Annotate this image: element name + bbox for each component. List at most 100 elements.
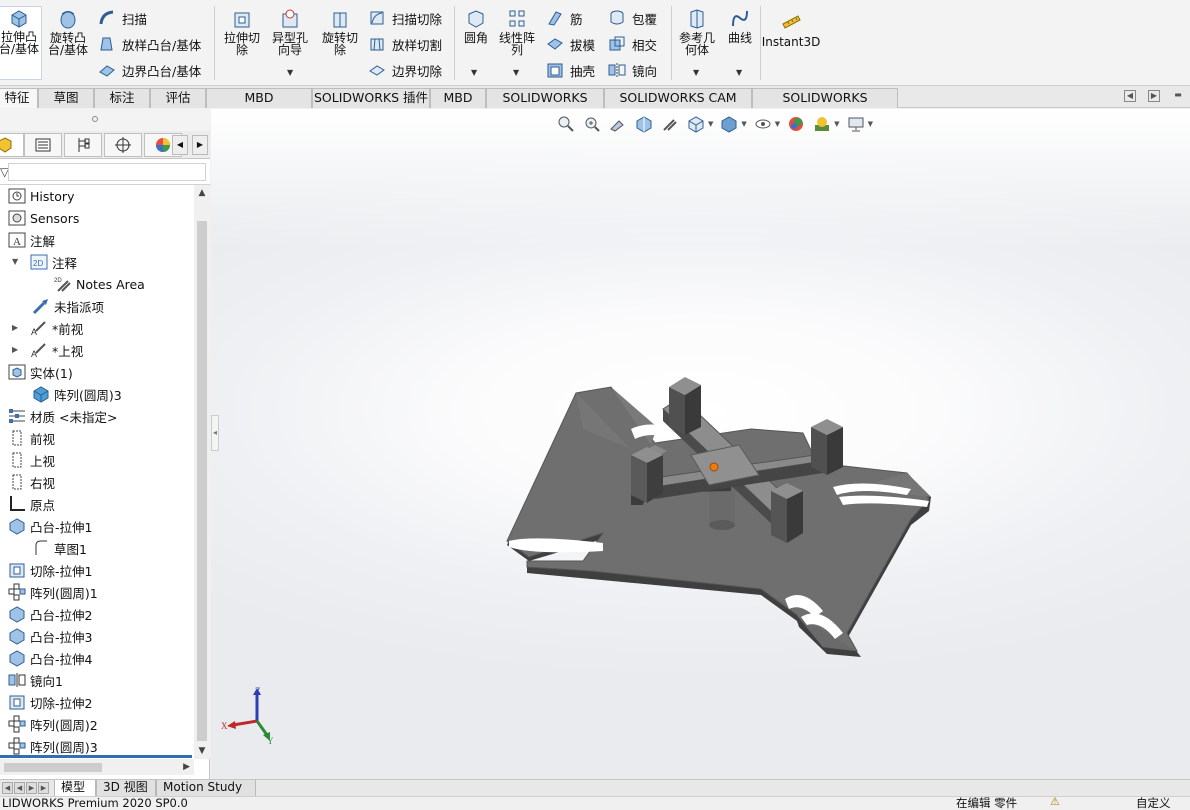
- tab-mbd-dimensions[interactable]: MBD Dimensions: [206, 88, 312, 123]
- filter-input[interactable]: [8, 163, 206, 181]
- sweep-cut-button[interactable]: 扫描切除: [368, 8, 442, 28]
- curves-button[interactable]: 曲线: [722, 8, 758, 44]
- tree-item-top-plane[interactable]: 上视: [8, 449, 55, 471]
- tree-item-circular-pattern3[interactable]: 阵列(圆周)3: [8, 735, 98, 757]
- hole-wizard-button[interactable]: 异型孔 向导: [268, 8, 312, 56]
- tree-item-annotations-notes[interactable]: ▼ 2D 注释: [12, 251, 77, 273]
- loft-cut-button[interactable]: 放样切割: [368, 34, 442, 54]
- tab-3d-views[interactable]: 3D 视图: [96, 780, 156, 797]
- tab-feature-manager[interactable]: [0, 133, 24, 157]
- rollback-bar[interactable]: [0, 755, 192, 758]
- tree-item-material[interactable]: 材质 <未指定>: [8, 405, 117, 427]
- reference-geometry-button[interactable]: 参考几 何体: [676, 8, 718, 56]
- expand-icon[interactable]: ▶: [12, 345, 18, 354]
- tree-vertical-scrollbar[interactable]: ▲ ▼: [194, 185, 210, 759]
- tree-item-right-plane[interactable]: 右视: [8, 471, 55, 493]
- tab-sketch[interactable]: 草图: [38, 88, 94, 108]
- tree-item-pattern-body[interactable]: 阵列(圆周)3: [32, 383, 122, 405]
- tab-scroll-right-icon[interactable]: ▶: [1148, 90, 1160, 102]
- tree-item-unassigned[interactable]: 未指派项: [32, 295, 104, 317]
- tree-item-boss-extrude1[interactable]: 凸台-拉伸1: [8, 515, 92, 537]
- tree-horizontal-scrollbar[interactable]: ▶: [0, 755, 194, 775]
- scroll-right-icon[interactable]: ▶: [183, 759, 190, 775]
- fillet-caret-icon[interactable]: ▼: [471, 68, 477, 77]
- first-tab-icon[interactable]: ◀: [2, 782, 13, 794]
- origin-marker[interactable]: [709, 462, 719, 472]
- tree-item-boss-extrude2[interactable]: 凸台-拉伸2: [8, 603, 92, 625]
- tree-item-notes-area[interactable]: 2D Notes Area: [54, 273, 145, 295]
- tree-item-mirror1[interactable]: 镜向1: [8, 669, 63, 691]
- tab-features[interactable]: 特征: [0, 88, 38, 108]
- tree-item-history[interactable]: History: [8, 185, 74, 207]
- tree-item-sketch1[interactable]: 草图1: [32, 537, 87, 559]
- tree-item-boss-extrude4[interactable]: 凸台-拉伸4: [8, 647, 92, 669]
- draft-button[interactable]: 拔模: [546, 34, 595, 54]
- extrude-boss-button[interactable]: 拉伸凸 台/基体: [0, 6, 42, 80]
- tree-item-cut-extrude1[interactable]: 切除-拉伸1: [8, 559, 92, 581]
- tree-item-circular-pattern1[interactable]: 阵列(圆周)1: [8, 581, 98, 603]
- tab-mbd[interactable]: MBD: [430, 88, 486, 108]
- tree-item-cut-extrude2[interactable]: 切除-拉伸2: [8, 691, 92, 713]
- scroll-thumb[interactable]: [197, 221, 207, 741]
- shell-button[interactable]: 抽壳: [546, 60, 595, 80]
- tab-markup[interactable]: 标注: [94, 88, 150, 108]
- tree-item-solid-bodies[interactable]: 实体(1): [8, 361, 73, 383]
- tab-motion-study-1[interactable]: Motion Study 1: [156, 780, 256, 809]
- tab-scroll-left-icon[interactable]: ◀: [1124, 90, 1136, 102]
- tab-solidworks-addins[interactable]: SOLIDWORKS 插件: [312, 88, 430, 108]
- tree-item-boss-extrude3[interactable]: 凸台-拉伸3: [8, 625, 92, 647]
- tab-solidworks-inspection[interactable]: SOLIDWORKS Inspection: [752, 88, 898, 123]
- scroll-thumb[interactable]: [4, 763, 102, 772]
- revolve-boss-button[interactable]: 旋转凸 台/基体: [46, 8, 90, 56]
- panel-tab-scroll-right-icon[interactable]: ▶: [192, 135, 208, 155]
- collapse-icon[interactable]: ▼: [12, 257, 18, 266]
- boundary-cut-button[interactable]: 边界切除: [368, 60, 442, 80]
- rebuild-icon[interactable]: ⚠: [1050, 795, 1060, 808]
- status-custom[interactable]: 自定义: [1136, 797, 1171, 810]
- tab-evaluate[interactable]: 评估: [150, 88, 206, 108]
- tree-item-circular-pattern2[interactable]: 阵列(圆周)2: [8, 713, 98, 735]
- tree-label: 未指派项: [54, 299, 105, 315]
- scroll-up-icon[interactable]: ▲: [194, 185, 210, 201]
- loft-boss-button[interactable]: 放样凸台/基体: [98, 34, 201, 54]
- wrap-button[interactable]: 包覆: [608, 8, 657, 28]
- hole-wizard-caret-icon[interactable]: ▼: [287, 68, 293, 77]
- next-tab-icon[interactable]: ▶: [26, 782, 37, 794]
- mirror-button[interactable]: 镜向: [608, 60, 657, 80]
- linear-pattern-caret-icon[interactable]: ▼: [513, 68, 519, 77]
- reference-geometry-caret-icon[interactable]: ▼: [693, 68, 699, 77]
- tab-solidworks-cam[interactable]: SOLIDWORKS CAM: [486, 88, 604, 123]
- tree-item-annotations[interactable]: A 注解: [8, 229, 55, 251]
- prev-tab-icon[interactable]: ◀: [14, 782, 25, 794]
- boss-extrude-icon: [8, 517, 26, 535]
- tab-dimxpert-manager[interactable]: [104, 133, 142, 157]
- intersect-button[interactable]: 相交: [608, 34, 657, 54]
- graphics-area[interactable]: ▼ ▼ ▼ ▼ ▼ ◂ Z X Y: [211, 109, 1190, 779]
- tree-item-sensors[interactable]: Sensors: [8, 207, 79, 229]
- tab-options-icon[interactable]: ▬: [1172, 90, 1184, 102]
- tree-item-front-plane[interactable]: 前视: [8, 427, 55, 449]
- tab-property-manager[interactable]: [24, 133, 62, 157]
- fillet-button[interactable]: 圆角: [458, 8, 494, 44]
- panel-tab-scroll-left-icon[interactable]: ◀: [172, 135, 188, 155]
- part-model[interactable]: [211, 109, 1190, 779]
- status-bar: LIDWORKS Premium 2020 SP0.0 在编辑 零件 ⚠ 自定义: [0, 795, 1190, 810]
- tree-item-top-view-note[interactable]: ▶ A *上视: [12, 339, 83, 361]
- tab-model[interactable]: 模型: [54, 780, 96, 797]
- revolve-cut-button[interactable]: 旋转切 除: [318, 8, 362, 56]
- instant3d-button[interactable]: Instant3D: [762, 12, 820, 48]
- rib-button[interactable]: 筋: [546, 8, 583, 28]
- boundary-boss-button[interactable]: 边界凸台/基体: [98, 60, 201, 80]
- tab-configuration-manager[interactable]: [64, 133, 102, 157]
- sweep-button[interactable]: 扫描: [98, 8, 147, 28]
- curves-caret-icon[interactable]: ▼: [736, 68, 742, 77]
- tree-item-origin[interactable]: 原点: [8, 493, 55, 515]
- linear-pattern-button[interactable]: 线性阵 列: [497, 8, 537, 56]
- last-tab-icon[interactable]: ▶: [38, 782, 49, 794]
- scroll-down-icon[interactable]: ▼: [194, 743, 210, 759]
- panel-splitter[interactable]: [0, 109, 210, 131]
- tab-solidworks-cam-tbm[interactable]: SOLIDWORKS CAM TBM: [604, 88, 752, 123]
- extrude-cut-button[interactable]: 拉伸切 除: [220, 8, 264, 56]
- tree-item-front-view-note[interactable]: ▶ A *前视: [12, 317, 83, 339]
- expand-icon[interactable]: ▶: [12, 323, 18, 332]
